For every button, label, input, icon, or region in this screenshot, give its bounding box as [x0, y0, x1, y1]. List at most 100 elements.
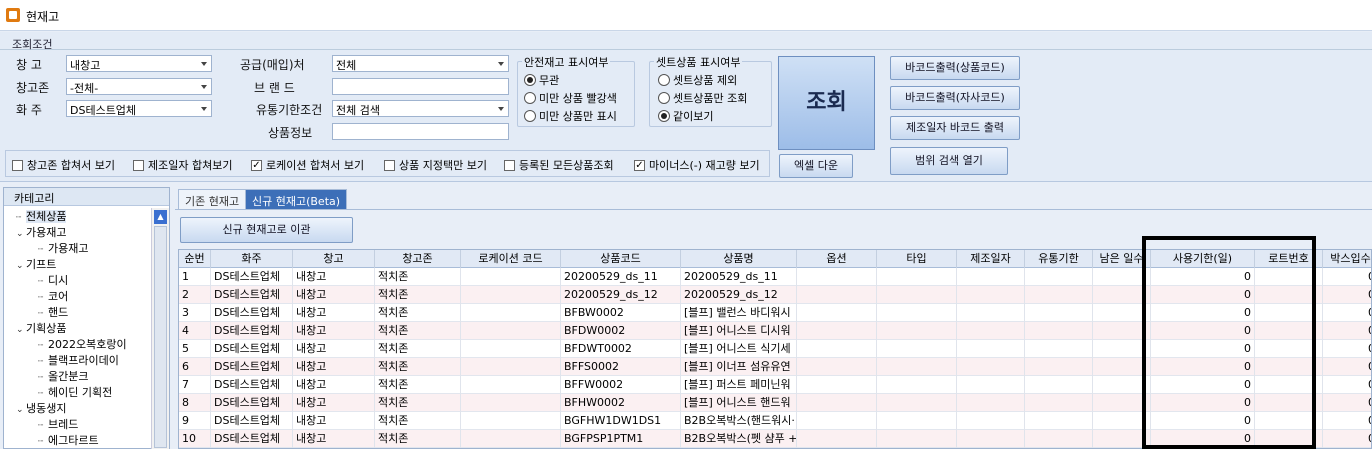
table-cell[interactable] — [1025, 430, 1093, 448]
table-cell[interactable] — [877, 430, 957, 448]
table-cell[interactable] — [957, 412, 1025, 430]
table-cell[interactable] — [957, 430, 1025, 448]
table-cell[interactable] — [797, 376, 877, 394]
table-cell[interactable]: 내창고 — [293, 358, 375, 376]
table-cell[interactable]: 0 — [1323, 376, 1371, 394]
table-cell[interactable]: DS테스트업체 — [211, 268, 293, 286]
table-cell[interactable]: 8 — [179, 394, 211, 412]
set-radio-together[interactable]: 같이보기 — [658, 108, 713, 124]
table-cell[interactable] — [957, 340, 1025, 358]
table-cell[interactable] — [461, 286, 561, 304]
table-cell[interactable]: 2 — [179, 286, 211, 304]
table-cell[interactable]: 0 — [1323, 394, 1371, 412]
table-cell[interactable]: [블프] 밸런스 바디워시 — [681, 304, 797, 322]
checkbox-mfg-merge[interactable]: 제조일자 합쳐보기 — [133, 157, 232, 173]
table-cell[interactable]: DS테스트업체 — [211, 340, 293, 358]
category-scrollbar[interactable]: ▲ — [151, 208, 169, 449]
table-cell[interactable]: BGFHW1DW1DS1 — [561, 412, 681, 430]
table-cell[interactable] — [461, 340, 561, 358]
safety-radio-red[interactable]: 미만 상품 빨강색 — [524, 90, 617, 106]
table-cell[interactable]: [블프] 어니스트 핸드워 — [681, 394, 797, 412]
table-cell[interactable]: 3 — [179, 304, 211, 322]
brand-input[interactable] — [332, 78, 509, 95]
table-cell[interactable] — [957, 376, 1025, 394]
table-cell[interactable]: BFBW0002 — [561, 304, 681, 322]
table-cell[interactable]: BFFS0002 — [561, 358, 681, 376]
table-cell[interactable]: DS테스트업체 — [211, 304, 293, 322]
table-cell[interactable] — [957, 358, 1025, 376]
table-cell[interactable] — [957, 304, 1025, 322]
table-cell[interactable]: 적치존 — [375, 430, 461, 448]
table-cell[interactable]: 내창고 — [293, 286, 375, 304]
column-header[interactable]: 옵션 — [797, 250, 877, 268]
table-cell[interactable] — [461, 394, 561, 412]
table-cell[interactable]: 0 — [1323, 268, 1371, 286]
table-cell[interactable]: 10 — [179, 430, 211, 448]
table-cell[interactable] — [877, 268, 957, 286]
table-cell[interactable] — [877, 340, 957, 358]
table-cell[interactable]: DS테스트업체 — [211, 412, 293, 430]
category-item[interactable]: ┈ 블랙프라이데이 — [38, 352, 119, 368]
table-cell[interactable]: 5 — [179, 340, 211, 358]
table-cell[interactable] — [1025, 340, 1093, 358]
column-header[interactable]: 순번 — [179, 250, 211, 268]
table-cell[interactable]: 적치존 — [375, 376, 461, 394]
expand-toggle-icon[interactable]: ⌄ — [16, 405, 26, 415]
table-cell[interactable]: BFFW0002 — [561, 376, 681, 394]
column-header[interactable]: 화주 — [211, 250, 293, 268]
column-header[interactable]: 타입 — [877, 250, 957, 268]
category-item[interactable]: ┈ 올간분크 — [38, 368, 88, 384]
category-item[interactable]: ⌄ 가용재고 — [16, 224, 66, 240]
category-item[interactable]: ┈ 디시 — [38, 272, 68, 288]
table-cell[interactable] — [797, 412, 877, 430]
column-header[interactable]: 제조일자 — [957, 250, 1025, 268]
zone-select[interactable]: -전체- — [66, 78, 212, 95]
table-cell[interactable] — [797, 394, 877, 412]
table-cell[interactable] — [1025, 394, 1093, 412]
table-cell[interactable]: 0 — [1323, 358, 1371, 376]
table-cell[interactable]: 적치존 — [375, 286, 461, 304]
column-header[interactable]: 유통기한 — [1025, 250, 1093, 268]
table-cell[interactable]: 20200529_ds_11 — [681, 268, 797, 286]
table-cell[interactable]: [블프] 어니스트 식기세 — [681, 340, 797, 358]
table-cell[interactable] — [877, 358, 957, 376]
barcode-mfg-button[interactable]: 제조일자 바코드 출력 — [890, 116, 1020, 140]
table-cell[interactable] — [461, 358, 561, 376]
table-cell[interactable] — [797, 268, 877, 286]
table-cell[interactable] — [1025, 376, 1093, 394]
table-cell[interactable]: B2B오복박스(펫 샴푸 + — [681, 430, 797, 448]
category-item[interactable]: ┈ 코어 — [38, 288, 68, 304]
table-cell[interactable]: 적치존 — [375, 394, 461, 412]
table-cell[interactable] — [797, 286, 877, 304]
table-cell[interactable] — [957, 268, 1025, 286]
table-cell[interactable] — [797, 430, 877, 448]
table-cell[interactable]: 0 — [1323, 412, 1371, 430]
set-radio-only[interactable]: 셋트상품만 조회 — [658, 90, 747, 106]
table-cell[interactable] — [957, 394, 1025, 412]
table-cell[interactable] — [1025, 358, 1093, 376]
checkbox-selected-only[interactable]: 상품 지정택만 보기 — [384, 157, 487, 173]
table-cell[interactable]: [블프] 어니스트 디시워 — [681, 322, 797, 340]
table-cell[interactable]: BFDWT0002 — [561, 340, 681, 358]
tab-old-stock[interactable]: 기존 현재고 — [178, 189, 247, 209]
column-header[interactable]: 창고존 — [375, 250, 461, 268]
table-cell[interactable] — [461, 268, 561, 286]
column-header[interactable]: 박스입수 — [1323, 250, 1371, 268]
table-cell[interactable]: 적치존 — [375, 322, 461, 340]
table-cell[interactable] — [1025, 412, 1093, 430]
column-header[interactable]: 로케이션 코드 — [461, 250, 561, 268]
search-button[interactable]: 조회 — [778, 56, 875, 150]
barcode-own-button[interactable]: 바코드출력(자사코드) — [890, 86, 1020, 110]
table-cell[interactable] — [957, 286, 1025, 304]
expand-toggle-icon[interactable]: ⌄ — [16, 261, 26, 271]
table-cell[interactable] — [1025, 286, 1093, 304]
table-cell[interactable] — [957, 322, 1025, 340]
category-item[interactable]: ⌄ 기프트 — [16, 256, 56, 272]
table-cell[interactable] — [1025, 322, 1093, 340]
shipper-select[interactable]: DS테스트업체 — [66, 100, 212, 117]
checkbox-zone-merge[interactable]: 창고존 합쳐서 보기 — [12, 157, 115, 173]
supplier-select[interactable]: 전체 — [332, 55, 509, 72]
category-item[interactable]: ┈ 브레드 — [38, 416, 78, 432]
tab-new-stock-beta[interactable]: 신규 현재고(Beta) — [245, 189, 348, 209]
warehouse-select[interactable]: 내창고 — [66, 55, 212, 72]
